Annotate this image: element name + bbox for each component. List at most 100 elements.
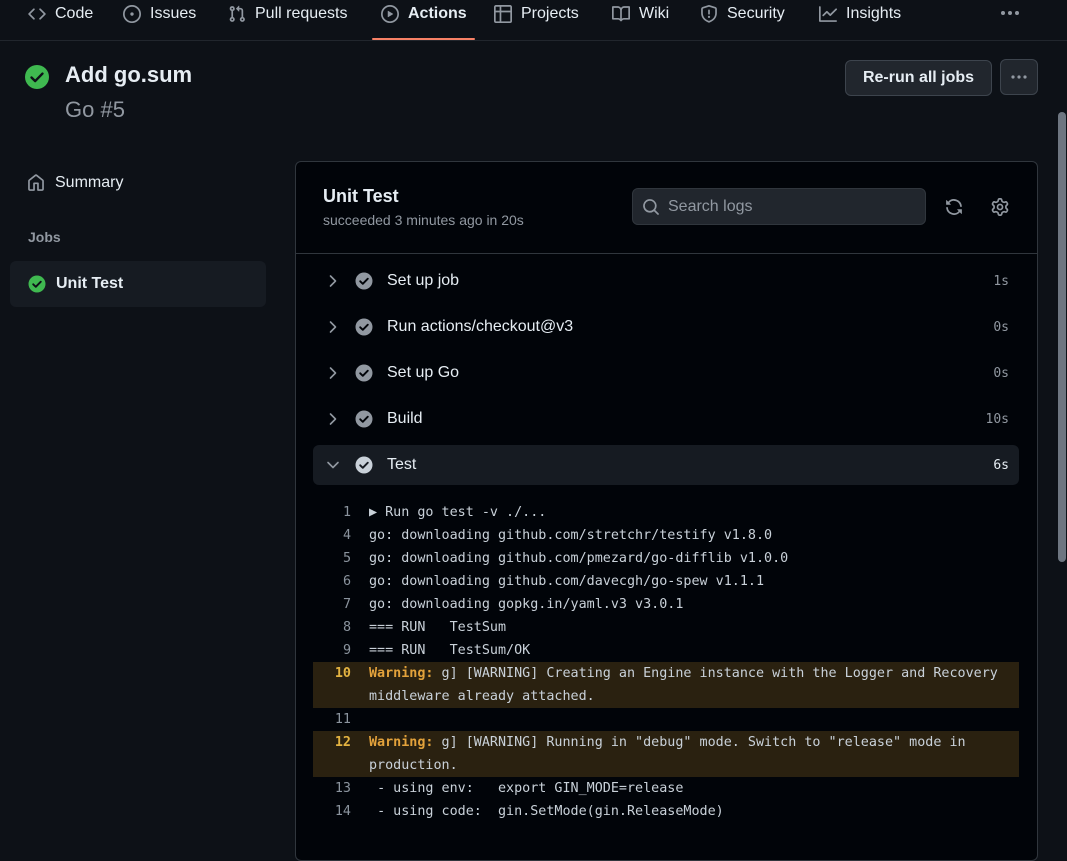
nav-more-button[interactable] [996, 3, 1024, 23]
log-settings-button[interactable] [988, 195, 1012, 219]
step-test[interactable]: Test 6s [313, 445, 1019, 485]
sidebar-item-unit-test-label: Unit Test [56, 275, 124, 292]
log-line-number[interactable]: 11 [313, 708, 369, 731]
issue-icon [123, 5, 141, 23]
chevron-right-icon [323, 412, 343, 426]
tab-projects[interactable]: Projects [494, 0, 579, 28]
page-scrollbar-thumb[interactable] [1058, 112, 1066, 562]
job-header: Unit Test succeeded 3 minutes ago in 20s [296, 162, 1037, 254]
step-check-icon [355, 410, 373, 428]
job-steps: Set up job 1s Run actions/checkout@v3 0s… [313, 261, 1019, 491]
log-line-number[interactable]: 10 [313, 662, 369, 708]
refresh-logs-button[interactable] [942, 195, 966, 219]
home-icon [27, 174, 45, 192]
tab-code-label: Code [55, 5, 94, 22]
warning-label: Warning: [369, 735, 434, 750]
step-set-up-go[interactable]: Set up Go 0s [313, 353, 1019, 393]
log-line-number[interactable]: 8 [313, 616, 369, 639]
tab-pull-requests-label: Pull requests [255, 5, 348, 22]
chevron-down-icon [323, 460, 343, 470]
log-line-text: go: downloading github.com/davecgh/go-sp… [369, 574, 765, 589]
log-line-number[interactable]: 5 [313, 547, 369, 570]
step-set-up-job[interactable]: Set up job 1s [313, 261, 1019, 301]
step-run-checkout[interactable]: Run actions/checkout@v3 0s [313, 307, 1019, 347]
tab-security-label: Security [727, 5, 785, 22]
run-subtitle: Go #5 [65, 97, 125, 122]
log-line-text [369, 708, 1019, 731]
log-line-text: === RUN TestSum [369, 620, 507, 635]
step-duration: 0s [993, 319, 1009, 335]
tab-code[interactable]: Code [28, 0, 93, 28]
log-line-number[interactable]: 4 [313, 524, 369, 547]
log-line: 11 [313, 708, 1019, 731]
tab-projects-label: Projects [521, 5, 579, 22]
log-line-number[interactable]: 7 [313, 593, 369, 616]
run-more-options-button[interactable] [1000, 59, 1038, 95]
step-name: Set up job [387, 272, 460, 289]
log-line-number[interactable]: 13 [313, 777, 369, 800]
log-line: 5 go: downloading github.com/pmezard/go-… [313, 547, 1019, 570]
chevron-right-icon [323, 274, 343, 288]
chevron-right-icon [323, 320, 343, 334]
search-logs-input[interactable] [668, 197, 908, 216]
log-line-number[interactable]: 14 [313, 800, 369, 823]
log-line-number[interactable]: 12 [313, 731, 369, 777]
kebab-horizontal-icon [1000, 10, 1020, 16]
step-check-icon [355, 318, 373, 336]
job-status-meta: succeeded 3 minutes ago in 20s [323, 212, 524, 228]
log-line: 1 ▶ Run go test -v ./... [313, 501, 1019, 524]
code-icon [28, 5, 46, 23]
log-line-text: - using code: gin.SetMode(gin.ReleaseMod… [369, 804, 724, 819]
log-line-number[interactable]: 1 [313, 501, 369, 524]
tab-actions[interactable]: Actions [381, 0, 467, 28]
run-title: Add go.sum [65, 62, 193, 87]
play-icon [381, 5, 399, 23]
step-duration: 10s [985, 411, 1009, 427]
active-tab-underline [372, 38, 475, 40]
sidebar-item-summary[interactable]: Summary [10, 162, 266, 204]
log-line-text: g] [WARNING] Creating an Engine instance… [369, 666, 1006, 704]
log-line: 6 go: downloading github.com/davecgh/go-… [313, 570, 1019, 593]
tab-issues[interactable]: Issues [123, 0, 196, 28]
log-line: 7 go: downloading gopkg.in/yaml.v3 v3.0.… [313, 593, 1019, 616]
search-logs-field[interactable] [632, 188, 926, 225]
step-name: Set up Go [387, 364, 460, 381]
log-line-content: Warning: g] [WARNING] Creating an Engine… [369, 662, 1019, 708]
step-build[interactable]: Build 10s [313, 399, 1019, 439]
tab-insights[interactable]: Insights [819, 0, 901, 28]
sidebar-item-unit-test[interactable]: Unit Test [10, 261, 266, 307]
log-line: 4 go: downloading github.com/stretchr/te… [313, 524, 1019, 547]
tab-actions-label: Actions [408, 5, 467, 22]
log-line-number[interactable]: 9 [313, 639, 369, 662]
tab-pull-requests[interactable]: Pull requests [228, 0, 348, 28]
tab-insights-label: Insights [846, 5, 902, 22]
log-line-content: Warning: g] [WARNING] Running in "debug"… [369, 731, 1019, 777]
log-line-text: go: downloading github.com/pmezard/go-di… [369, 551, 789, 566]
step-duration: 6s [993, 457, 1009, 473]
step-check-icon [355, 456, 373, 474]
chevron-right-icon [323, 366, 343, 380]
step-name: Test [387, 456, 417, 473]
gear-icon [991, 198, 1009, 216]
pull-request-icon [228, 5, 246, 23]
log-line-warning: 12 Warning: g] [WARNING] Running in "deb… [313, 731, 1019, 777]
step-check-icon [355, 364, 373, 382]
step-log-output: 1 ▶ Run go test -v ./... 4 go: downloadi… [313, 501, 1019, 823]
job-log-panel: Unit Test succeeded 3 minutes ago in 20s… [295, 161, 1038, 861]
step-duration: 0s [993, 365, 1009, 381]
tab-security[interactable]: Security [700, 0, 785, 28]
kebab-horizontal-icon [1010, 74, 1028, 80]
tab-wiki[interactable]: Wiki [612, 0, 669, 28]
step-check-icon [355, 272, 373, 290]
shield-icon [700, 5, 718, 23]
log-line-warning: 10 Warning: g] [WARNING] Creating an Eng… [313, 662, 1019, 708]
step-duration: 1s [993, 273, 1009, 289]
graph-icon [819, 5, 837, 23]
rerun-all-jobs-button[interactable]: Re-run all jobs [845, 60, 992, 96]
log-line-number[interactable]: 6 [313, 570, 369, 593]
log-line-text[interactable]: ▶ Run go test -v ./... [369, 501, 1019, 524]
sidebar-item-summary-label: Summary [55, 174, 124, 191]
jobs-heading: Jobs [28, 229, 61, 245]
sync-icon [945, 198, 963, 216]
log-line: 14 - using code: gin.SetMode(gin.Release… [313, 800, 1019, 823]
